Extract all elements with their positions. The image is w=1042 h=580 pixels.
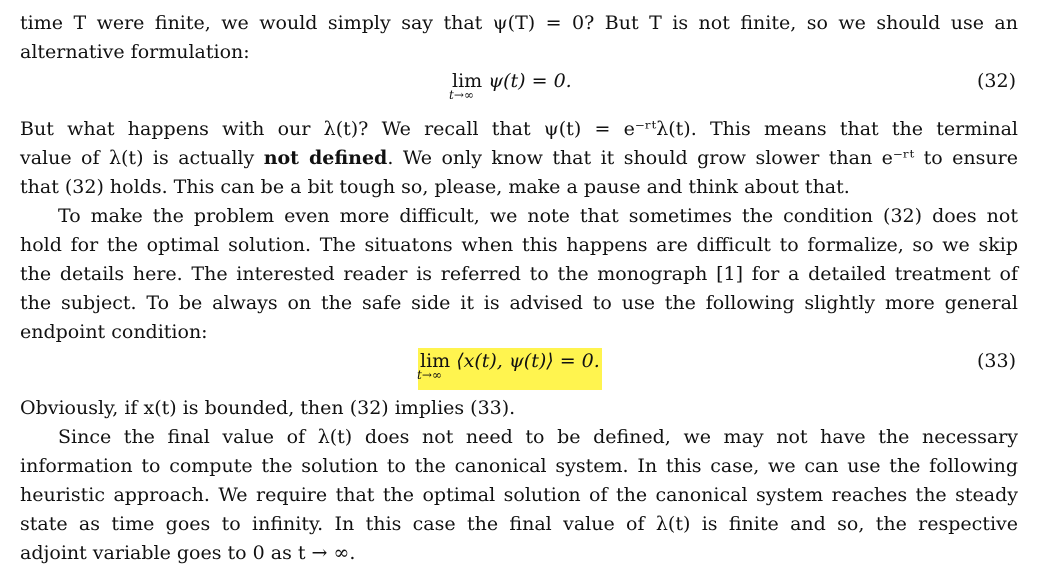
equation-33-highlight: lim t→∞ ⟨x(t), ψ(t)⟩ = 0.: [417, 348, 602, 390]
equation-32: lim t→∞ ψ(t) = 0. (32): [20, 66, 1018, 114]
equation-32-number: (32): [976, 70, 1016, 92]
equation-32-content: lim t→∞ ψ(t) = 0.: [449, 68, 572, 102]
equation-32-body: ψ(t) = 0.: [488, 70, 572, 92]
paragraph-2-line-2: value of λ(t) is actually not defined. W…: [20, 145, 1018, 171]
paragraph-2-line-3: that (32) holds. This can be a bit tough…: [20, 176, 850, 198]
paragraph-5-line-4: state as time goes to infinity. In this …: [20, 513, 1018, 535]
equation-32-lim-subscript: t→∞: [449, 88, 474, 102]
paragraph-2-line-2-pre: value of λ(t) is actually: [20, 147, 264, 169]
paragraph-1-line-2: alternative formulation:: [20, 41, 250, 63]
paragraph-5-line-1: Since the final value of λ(t) does not n…: [58, 426, 1018, 448]
paragraph-5-line-2: information to compute the solution to t…: [20, 455, 1018, 477]
equation-33-body: ⟨x(t), ψ(t)⟩ = 0.: [456, 350, 600, 372]
paragraph-2-line-1: But what happens with our λ(t)? We recal…: [20, 118, 1018, 140]
equation-33-limit: lim t→∞: [417, 348, 450, 382]
equation-33: lim t→∞ ⟨x(t), ψ(t)⟩ = 0. (33): [20, 346, 1018, 394]
paragraph-5-line-3: heuristic approach. We require that the …: [20, 484, 1018, 506]
equation-32-limit: lim t→∞: [449, 68, 482, 102]
paragraph-3-line-2: hold for the optimal solution. The situa…: [20, 234, 1018, 256]
paragraph-3-line-3: the details here. The interested reader …: [20, 263, 1018, 285]
equation-33-number: (33): [976, 350, 1016, 372]
not-defined-bold-text: not defined: [263, 147, 388, 169]
paragraph-1-line-1: time T were finite, we would simply say …: [20, 12, 1018, 34]
paragraph-3-line-1: To make the problem even more difficult,…: [58, 205, 1018, 227]
paragraph-2-line-2-post: . We only know that it should grow slowe…: [387, 147, 1018, 169]
paragraph-4-line-1: Obviously, if x(t) is bounded, then (32)…: [20, 397, 516, 419]
paragraph-3-line-5: endpoint condition:: [20, 321, 208, 343]
paragraph-3-line-4: the subject. To be always on the safe si…: [20, 292, 1018, 314]
equation-33-lim-subscript: t→∞: [417, 368, 442, 382]
paragraph-5-line-5: adjoint variable goes to 0 as t → ∞.: [20, 542, 356, 564]
